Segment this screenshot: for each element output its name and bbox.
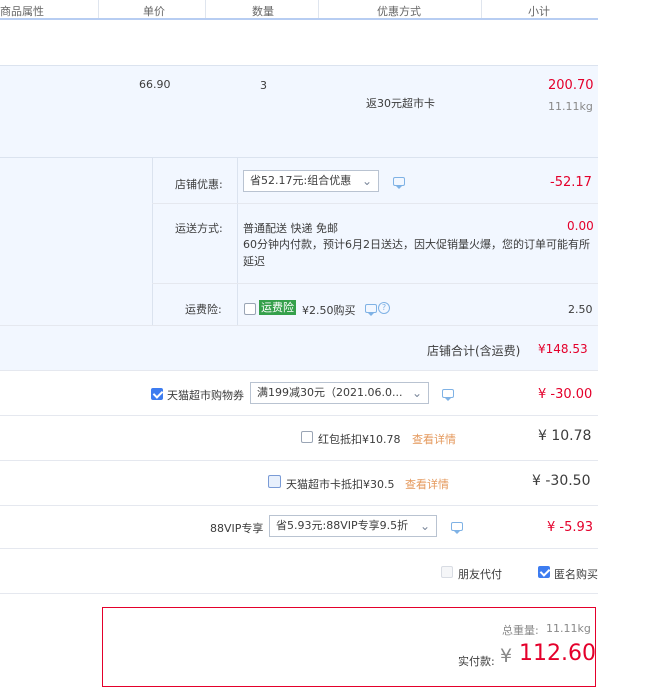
shop-section-divider bbox=[152, 157, 153, 325]
card-checkbox[interactable] bbox=[268, 475, 281, 488]
insurance-price: ¥2.50购买 bbox=[302, 304, 356, 317]
header-attr: 商品属性 bbox=[0, 5, 44, 18]
coupon-amount: ¥ -30.00 bbox=[538, 387, 593, 402]
header-divider bbox=[0, 18, 598, 20]
shipping-note: 60分钟内付款，预计6月2日送达，因大促销量火爆，您的订单可能有所延迟 bbox=[243, 238, 590, 268]
coupon-label: 天猫超市购物券 bbox=[167, 389, 244, 402]
coupon-checkbox[interactable] bbox=[151, 388, 163, 400]
chat-icon[interactable] bbox=[393, 177, 405, 189]
vip-label: 88VIP专享 bbox=[210, 522, 264, 535]
shop-discount-select[interactable]: 省52.17元:组合优惠 ⌄ bbox=[243, 170, 379, 192]
row-divider bbox=[0, 593, 598, 594]
item-subtotal: 200.70 bbox=[548, 78, 594, 93]
anonymous-label: 匿名购买 bbox=[554, 568, 598, 581]
shipping-label: 运送方式: bbox=[175, 222, 223, 235]
shop-total-label: 店铺合计(含运费) bbox=[427, 344, 521, 358]
chat-icon[interactable] bbox=[451, 522, 463, 534]
chevron-down-icon: ⌄ bbox=[411, 386, 422, 400]
row-divider bbox=[0, 325, 598, 326]
row-divider bbox=[0, 548, 598, 549]
header-col-divider bbox=[98, 0, 99, 18]
header-promo: 优惠方式 bbox=[377, 5, 421, 18]
header-price: 单价 bbox=[143, 5, 165, 18]
vip-value: 省5.93元:88VIP专享9.5折 bbox=[276, 519, 409, 532]
chat-icon[interactable] bbox=[442, 389, 454, 401]
pay-label: 实付款: bbox=[458, 655, 495, 668]
item-qty: 3 bbox=[260, 79, 267, 92]
row-divider bbox=[152, 203, 598, 204]
item-price: 66.90 bbox=[139, 78, 171, 91]
shop-discount-amount: -52.17 bbox=[550, 175, 592, 190]
coupon-select[interactable]: 满199减30元（2021.06.0... ⌄ bbox=[250, 382, 429, 404]
friend-pay-label: 朋友代付 bbox=[458, 568, 502, 581]
card-amount: ¥ -30.50 bbox=[532, 473, 591, 489]
chat-icon[interactable] bbox=[365, 304, 377, 316]
card-detail-link[interactable]: 查看详情 bbox=[405, 476, 449, 492]
coupon-value: 满199减30元（2021.06.0... bbox=[257, 386, 403, 399]
header-col-divider bbox=[205, 0, 206, 18]
redpacket-detail-link[interactable]: 查看详情 bbox=[412, 431, 456, 447]
vip-amount: ¥ -5.93 bbox=[547, 520, 594, 535]
card-label: 天猫超市卡抵扣¥30.5 bbox=[286, 478, 395, 491]
header-subtotal: 小计 bbox=[528, 5, 550, 18]
row-divider bbox=[152, 283, 598, 284]
pay-amount: 112.60 bbox=[519, 641, 596, 666]
row-divider bbox=[0, 460, 598, 461]
row-divider bbox=[0, 415, 598, 416]
help-icon[interactable]: ? bbox=[378, 302, 390, 314]
row-divider bbox=[0, 505, 598, 506]
redpacket-checkbox[interactable] bbox=[301, 431, 313, 443]
friend-pay-checkbox[interactable] bbox=[441, 566, 453, 578]
item-weight: 11.11kg bbox=[548, 100, 593, 113]
shop-total-amount: ¥148.53 bbox=[538, 342, 588, 356]
header-qty: 数量 bbox=[252, 5, 274, 18]
shop-discount-value: 省52.17元:组合优惠 bbox=[250, 174, 352, 187]
insurance-amount: 2.50 bbox=[568, 303, 593, 316]
total-weight-label: 总重量: bbox=[502, 624, 539, 637]
shop-section-divider bbox=[237, 157, 238, 325]
chevron-down-icon: ⌄ bbox=[419, 519, 430, 533]
header-col-divider bbox=[318, 0, 319, 18]
row-divider bbox=[0, 370, 598, 371]
insurance-label: 运费险: bbox=[185, 303, 222, 316]
shipping-amount: 0.00 bbox=[567, 219, 594, 233]
shipping-method: 普通配送 快递 免邮 bbox=[243, 222, 338, 235]
total-weight: 11.11kg bbox=[546, 622, 591, 635]
anonymous-checkbox[interactable] bbox=[538, 566, 550, 578]
vip-select[interactable]: 省5.93元:88VIP专享9.5折 ⌄ bbox=[269, 515, 437, 537]
header-col-divider bbox=[481, 0, 482, 18]
shop-discount-label: 店铺优惠: bbox=[175, 178, 223, 191]
item-row bbox=[0, 65, 598, 158]
chevron-down-icon: ⌄ bbox=[361, 174, 372, 188]
insurance-checkbox[interactable] bbox=[244, 303, 256, 315]
insurance-badge: 运费险 bbox=[259, 300, 296, 315]
item-promo: 返30元超市卡 bbox=[366, 97, 435, 110]
redpacket-label: 红包抵扣¥10.78 bbox=[318, 433, 401, 446]
pay-currency: ¥ bbox=[500, 645, 513, 667]
redpacket-amount: ¥ 10.78 bbox=[538, 428, 592, 444]
